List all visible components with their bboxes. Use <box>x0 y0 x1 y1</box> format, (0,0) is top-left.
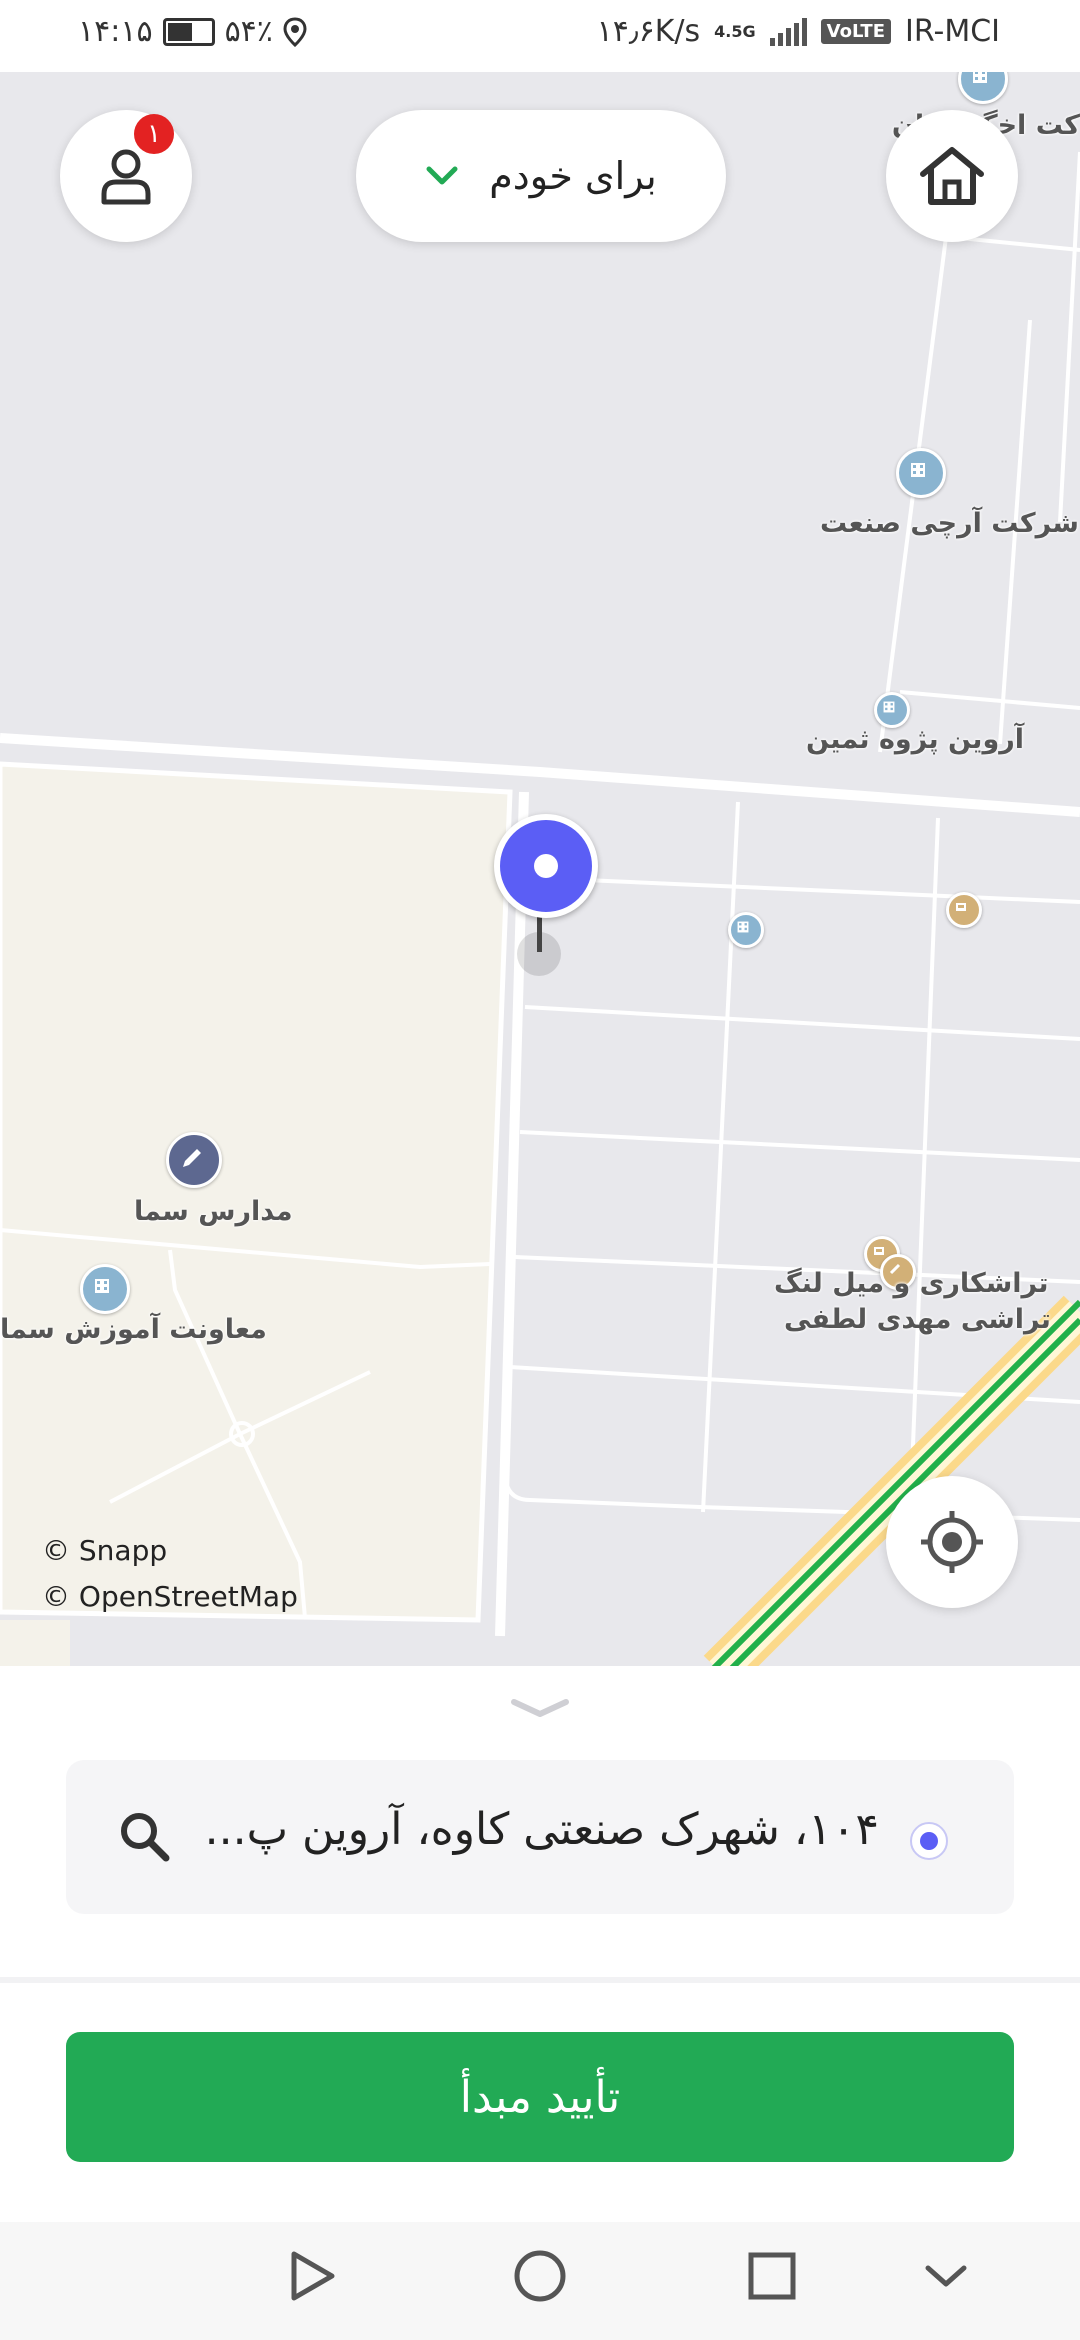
bottom-sheet: ۱۰۴، شهرک صنعتی کاوه، آروین پ... تأیید م… <box>0 1666 1080 2222</box>
poi-label-madares-sama[interactable]: مدارس سما <box>134 1196 293 1227</box>
origin-address: ۱۰۴، شهرک صنعتی کاوه، آروین پ... <box>204 1804 879 1855</box>
my-location-button[interactable] <box>886 1476 1018 1608</box>
snapp-credit: © Snapp <box>42 1534 168 1567</box>
divider <box>0 1977 1080 1983</box>
pencil-icon[interactable] <box>166 1132 222 1188</box>
pin-stem <box>537 912 542 952</box>
back-icon[interactable] <box>282 2246 342 2306</box>
search-icon[interactable] <box>116 1808 174 1866</box>
poi-label-archi-sanat[interactable]: شرکت آرچی صنعت <box>820 508 1079 539</box>
system-nav-bar <box>0 2222 1080 2340</box>
home-icon <box>920 147 984 205</box>
signal-icon <box>769 17 807 46</box>
building-icon[interactable] <box>874 692 910 728</box>
poi-label-moavenat[interactable]: معاونت آموزش سما <box>0 1314 267 1345</box>
status-bar: ۱۴:۱۵ ۵۴٪ ۱۴٫۶K/s 4.5G VoLTE IR-MCI <box>0 0 1080 72</box>
location-icon <box>283 16 307 47</box>
sheet-handle-icon[interactable] <box>508 1696 572 1720</box>
building-icon[interactable] <box>80 1264 130 1314</box>
carrier-name: IR-MCI <box>905 14 1000 49</box>
campus-area-corner <box>0 1620 70 1666</box>
recents-icon[interactable] <box>742 2246 802 2306</box>
status-right: ۱۴٫۶K/s 4.5G VoLTE IR-MCI <box>597 14 1000 49</box>
network-speed: ۱۴٫۶K/s <box>596 14 701 49</box>
poi-label-tarashkari-1[interactable]: تراشکاری و میل لنگ <box>774 1268 1049 1299</box>
confirm-origin-label: تأیید مبدأ <box>459 2071 621 2123</box>
confirm-origin-button[interactable]: تأیید مبدأ <box>66 2032 1014 2162</box>
notification-badge: ۱ <box>134 114 174 154</box>
origin-pin[interactable] <box>494 814 598 918</box>
battery-percent: ۵۴٪ <box>224 14 273 49</box>
clock: ۱۴:۱۵ <box>78 14 153 49</box>
poi-label-arvin-pajooh[interactable]: آروین پژوه ثمین <box>806 724 1024 755</box>
for-me-label: برای خودم <box>489 154 657 198</box>
shop-icon[interactable] <box>946 892 982 928</box>
profile-icon <box>101 149 151 205</box>
volte-badge: VoLTE <box>820 19 892 44</box>
building-icon[interactable] <box>728 912 764 948</box>
building-icon[interactable] <box>896 448 946 498</box>
home-button[interactable] <box>886 110 1018 242</box>
chevron-down-icon[interactable] <box>916 2246 976 2306</box>
origin-dot-icon <box>910 1822 948 1860</box>
profile-button[interactable]: ۱ <box>60 110 192 242</box>
chevron-down-icon <box>426 166 458 185</box>
for-me-selector[interactable]: برای خودم <box>356 110 726 242</box>
network-type: 4.5G <box>714 22 756 41</box>
origin-search-field[interactable]: ۱۰۴، شهرک صنعتی کاوه، آروین پ... <box>66 1760 1014 1914</box>
home-nav-icon[interactable] <box>510 2246 570 2306</box>
osm-credit[interactable]: © OpenStreetMap <box>42 1580 298 1613</box>
crosshair-icon <box>921 1511 983 1573</box>
status-left: ۱۴:۱۵ ۵۴٪ <box>78 14 307 49</box>
map-view[interactable]: کت اخگ فهان شرکت آرچی صنعت آروین پژوه ثم… <box>0 72 1080 1666</box>
highway <box>703 1295 1080 1666</box>
battery-icon <box>162 17 215 46</box>
campus-area <box>0 761 513 1623</box>
poi-label-tarashkari-2[interactable]: تراشی مهدی لطفی <box>784 1304 1051 1335</box>
